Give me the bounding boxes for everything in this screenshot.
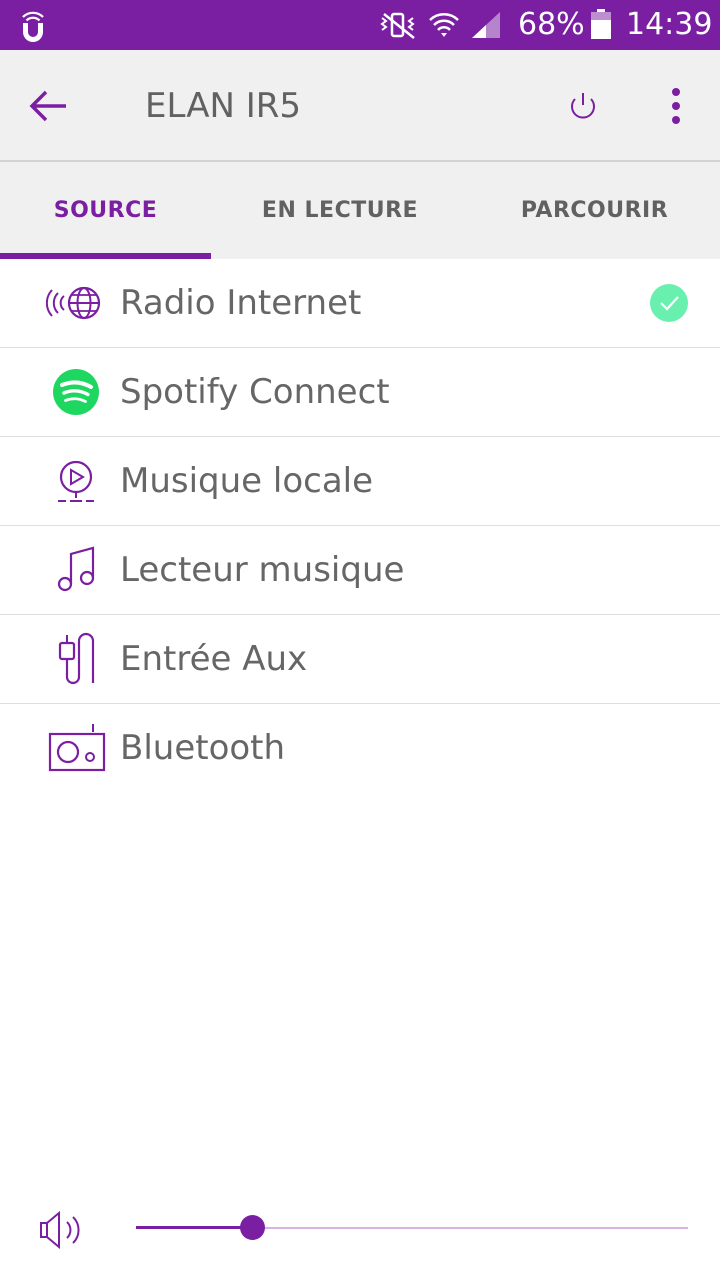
power-icon[interactable]: [562, 84, 604, 128]
volume-fill: [136, 1226, 252, 1229]
source-label: Lecteur musique: [120, 550, 405, 590]
status-bar: 68% 14:39: [0, 0, 720, 50]
radio-device-icon: [48, 724, 106, 772]
music-note-icon: [57, 546, 95, 592]
more-vert-icon[interactable]: [660, 84, 692, 128]
device-title: ELAN IR5: [145, 86, 301, 126]
mute-vibrate-icon: [380, 12, 415, 39]
clock: 14:39: [626, 7, 713, 42]
source-label: Entrée Aux: [120, 639, 308, 679]
battery-icon: [591, 9, 611, 39]
tab-parcourir[interactable]: PARCOURIR: [469, 162, 720, 259]
source-label: Radio Internet: [120, 283, 362, 323]
source-label: Musique locale: [120, 461, 374, 501]
system-icons: [380, 12, 500, 39]
local-music-icon: [58, 460, 94, 502]
app-bar: ELAN IR5: [0, 50, 720, 162]
wifi-icon: [429, 13, 459, 37]
volume-control: [0, 1190, 720, 1270]
source-item-lecteur-musique[interactable]: Lecteur musique: [0, 526, 720, 615]
aux-cable-icon: [58, 632, 95, 685]
arrow-left-icon[interactable]: [22, 84, 74, 128]
battery-percent: 68%: [518, 7, 585, 42]
selected-check-icon: [650, 284, 688, 322]
source-list: Radio Internet Spotify Connect Musique l…: [0, 259, 720, 792]
source-item-entree-aux[interactable]: Entrée Aux: [0, 615, 720, 704]
source-label: Bluetooth: [120, 728, 286, 768]
spotify-icon: [53, 369, 99, 415]
app-notification-icon: [22, 11, 44, 42]
tab-source[interactable]: SOURCE: [0, 162, 211, 259]
source-item-radio-internet[interactable]: Radio Internet: [0, 259, 720, 348]
volume-thumb[interactable]: [239, 1215, 265, 1240]
source-item-spotify-connect[interactable]: Spotify Connect: [0, 348, 720, 437]
source-label: Spotify Connect: [120, 372, 390, 412]
source-item-bluetooth[interactable]: Bluetooth: [0, 704, 720, 792]
signal-icon: [472, 12, 500, 38]
speaker-icon[interactable]: [36, 1208, 84, 1252]
tab-en-lecture[interactable]: EN LECTURE: [211, 162, 469, 259]
globe-radio-icon: [46, 286, 101, 320]
source-item-musique-locale[interactable]: Musique locale: [0, 437, 720, 526]
volume-slider[interactable]: [136, 1215, 688, 1240]
tab-bar: SOURCE EN LECTURE PARCOURIR: [0, 162, 720, 259]
